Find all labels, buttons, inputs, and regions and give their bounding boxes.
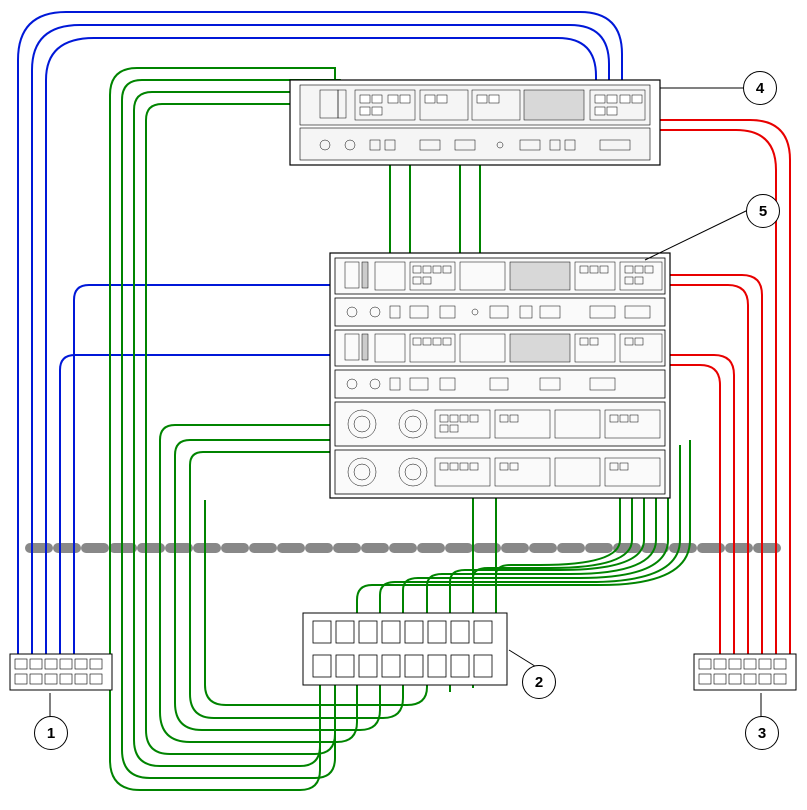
callout-4-label: 4 [756,80,764,97]
callout-3-label: 3 [758,725,766,742]
right-switch [694,654,796,690]
callout-2-label: 2 [535,674,543,691]
left-switch [10,654,112,690]
callout-5-label: 5 [759,203,767,220]
callout-2: 2 [522,665,556,699]
callout-1: 1 [34,716,68,750]
mid-rack-stack [330,253,670,498]
top-rack-unit [290,80,660,165]
callout-3: 3 [745,716,779,750]
callout-5: 5 [746,194,780,228]
callout-1-label: 1 [47,725,55,742]
cabling-diagram-svg [0,0,807,810]
center-switch [303,613,507,685]
callout-4: 4 [743,71,777,105]
